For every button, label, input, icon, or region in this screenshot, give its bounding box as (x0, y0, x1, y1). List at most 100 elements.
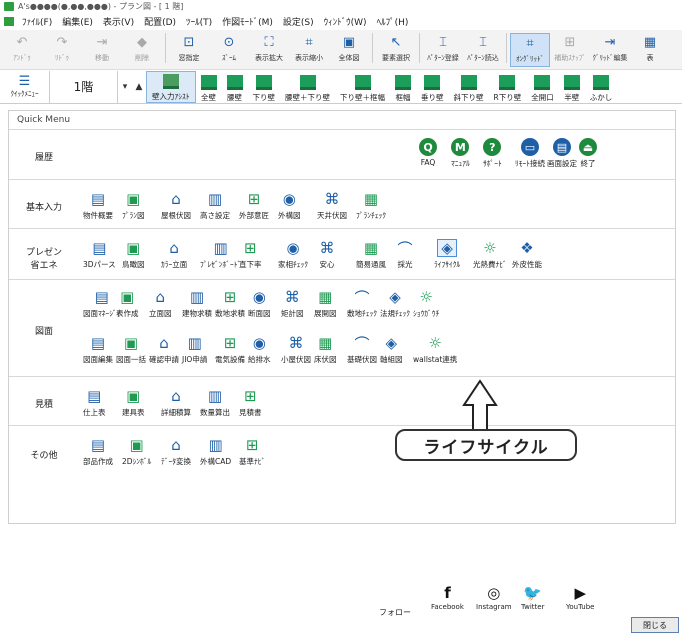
wall-button[interactable]: 半壁 (559, 71, 585, 103)
quick-menu-item[interactable]: ⊞ 電気設備 (215, 334, 245, 365)
quick-menu-item[interactable]: ▣ 2Dｼﾝﾎﾞﾙ (122, 436, 151, 467)
quick-menu-item[interactable]: ⊞ 基準ﾅﾋﾞ (239, 436, 265, 467)
menu-item[interactable]: ﾌｧｲﾙ(F) (17, 15, 57, 28)
quick-menu-item[interactable]: ▦ 床伏図 (314, 334, 337, 365)
wall-button[interactable]: 全壁 (196, 71, 222, 103)
quick-menu-item[interactable]: ▣ 表作成 (116, 288, 139, 319)
social-instagram-link[interactable]: ◎ Instagram (476, 583, 512, 611)
toolbar-button[interactable]: ↷ ﾘﾄﾞｩ (42, 33, 82, 67)
quick-menu-item[interactable]: ⊞ 見積書 (239, 387, 262, 418)
quick-menu-item[interactable]: ⌂ 屋根伏図 (161, 190, 191, 221)
menu-item[interactable]: ﾍﾙﾌﾟ(H) (372, 15, 414, 28)
quick-menu-item[interactable]: ⏏ 終了 (579, 138, 597, 169)
quick-menu-item[interactable]: ▥ 建物求積 (182, 288, 212, 319)
wall-button[interactable]: 下り壁＋框幅 (335, 71, 390, 103)
quick-menu-item[interactable]: ▦ ﾌﾟﾗﾝﾁｪｯｸ (356, 190, 386, 221)
quick-menu-button[interactable]: ☰ ｸｲｯｸﾒﾆｭｰ (0, 70, 50, 103)
quick-menu-item[interactable]: ▣ 図面一括 (116, 334, 146, 365)
toolbar-button[interactable]: ▣ 全体図 (329, 33, 369, 67)
quick-menu-item[interactable]: ⌘ 天井伏図 (317, 190, 347, 221)
quick-menu-item[interactable]: ▣ ﾌﾟﾗﾝ図 (122, 190, 145, 221)
quick-menu-item[interactable]: ◉ 断面図 (248, 288, 271, 319)
toolbar-button[interactable]: ◆ 削除 (122, 33, 162, 67)
quick-menu-item[interactable]: Q FAQ (419, 138, 437, 167)
toolbar-button[interactable]: ⌗ ｵﾝｸﾞﾘｯﾄﾞ (510, 33, 550, 67)
quick-menu-item[interactable]: ▤ 仕上表 (83, 387, 106, 418)
quick-menu-item[interactable]: ⌂ 確認申請 (149, 334, 179, 365)
menu-item[interactable]: ﾂｰﾙ(T) (181, 15, 217, 28)
toolbar-button[interactable]: ⇥ 移動 (82, 33, 122, 67)
floor-dropdown-icon[interactable]: ▾ (118, 72, 132, 102)
quick-menu-item[interactable]: ⌂ ﾃﾞｰﾀ変換 (161, 436, 191, 467)
toolbar-button[interactable]: ⛶ 表示拡大 (249, 33, 289, 67)
quick-menu-item[interactable]: ? ｻﾎﾟｰﾄ (483, 138, 502, 169)
wall-button[interactable]: 全開口 (526, 71, 559, 103)
social-youtube-link[interactable]: ▶ YouTube (566, 583, 594, 611)
social-facebook-link[interactable]: f Facebook (431, 583, 464, 611)
quick-menu-item[interactable]: ☼ wallstat連携 (413, 334, 457, 365)
quick-menu-item[interactable]: ⊞ 外部意匠 (239, 190, 269, 221)
wall-button[interactable]: 壁入力ｱｼｽﾄ (146, 70, 196, 103)
quick-menu-item[interactable]: ☼ ｼｮｳｶﾞｳﾁ (413, 288, 439, 319)
wall-button[interactable]: 下り壁 (248, 71, 281, 103)
quick-menu-item[interactable]: ▣ 建具表 (122, 387, 145, 418)
quick-menu-item[interactable]: ▥ 高さ設定 (200, 190, 230, 221)
menu-item[interactable]: 設定(S) (278, 15, 319, 28)
quick-menu-item[interactable]: ▣ 鳥瞰図 (122, 239, 145, 270)
quick-menu-item[interactable]: ☼ 光熱費ﾅﾋﾞ (473, 239, 507, 270)
toolbar-button[interactable]: ⌶ ﾊﾟﾀｰﾝ登録 (423, 33, 463, 67)
toolbar-button[interactable]: ⊙ ｽﾞｰﾑ (209, 33, 249, 67)
quick-menu-item[interactable]: ⌂ 詳細積算 (161, 387, 191, 418)
quick-menu-item[interactable]: ▦ 簡易通風 (356, 239, 386, 270)
wall-button[interactable]: R下り壁 (489, 71, 527, 103)
quick-menu-item[interactable]: ⌂ ｶﾗｰ立面 (161, 239, 187, 270)
quick-menu-item[interactable]: ▤ 図面ﾏﾈｰｼﾞｬ (83, 288, 121, 319)
quick-menu-item[interactable]: ▤ 物件概要 (83, 190, 113, 221)
social-twitter-link[interactable]: 🐦 Twitter (521, 583, 544, 611)
quick-menu-item[interactable]: ⌘ 安心 (317, 239, 337, 270)
quick-menu-item[interactable]: ◉ 家相ﾁｪｯｸ (278, 239, 308, 270)
quick-menu-item[interactable]: ⌒ 基礎伏図 (347, 334, 377, 365)
wall-button[interactable]: 垂り壁 (416, 71, 449, 103)
quick-menu-item[interactable]: ▥ ﾌﾟﾚｾﾞﾝﾎﾞｰﾄﾞ (200, 239, 241, 270)
quick-menu-item[interactable]: ⌒ 敷地ﾁｪｯｸ (347, 288, 377, 319)
app-menu-icon[interactable] (4, 17, 14, 26)
floor-selector[interactable]: 1階 (50, 70, 118, 103)
quick-menu-item[interactable]: ▤ 部品作成 (83, 436, 113, 467)
toolbar-button[interactable]: ⌶ ﾊﾟﾀｰﾝ読込 (463, 33, 503, 67)
wall-button[interactable]: 斜下り壁 (449, 71, 489, 103)
menu-item[interactable]: 編集(E) (57, 15, 98, 28)
menu-item[interactable]: 表示(V) (98, 15, 139, 28)
quick-menu-item[interactable]: ⌘ 矩計図 (281, 288, 304, 319)
quick-menu-item[interactable]: ⊞ 敷地求積 (215, 288, 245, 319)
quick-menu-item[interactable]: ▤ 図面編集 (83, 334, 113, 365)
menu-item[interactable]: 作図ﾓｰﾄﾞ(M) (217, 15, 278, 28)
toolbar-button[interactable]: ↶ ｱﾝﾄﾞｩ (2, 33, 42, 67)
quick-menu-item[interactable]: ⊞ 直下率 (239, 239, 262, 270)
quick-menu-item[interactable]: M ﾏﾆｭｱﾙ (451, 138, 470, 169)
wall-button[interactable]: 腰壁＋下り壁 (280, 71, 335, 103)
quick-menu-item[interactable]: ❖ 外皮性能 (512, 239, 542, 270)
toolbar-button[interactable]: ⊡ 窓指定 (169, 33, 209, 67)
quick-menu-item[interactable]: ◉ 給排水 (248, 334, 271, 365)
wall-button[interactable]: 框幅 (390, 71, 416, 103)
quick-menu-item[interactable]: ▤ 画面設定 (547, 138, 577, 169)
toolbar-button[interactable]: ⊞ 補助ｽﾅｯﾌﾟ (550, 33, 590, 67)
quick-menu-item[interactable]: ▤ 3Dパース (83, 239, 116, 270)
quick-menu-item[interactable]: ◈ 法規ﾁｪｯｸ (380, 288, 410, 319)
quick-menu-item[interactable]: ▭ ﾘﾓｰﾄ接続 (515, 138, 545, 169)
toolbar-button[interactable]: ⌗ 表示縮小 (289, 33, 329, 67)
quick-menu-item[interactable]: ⌘ 小屋伏図 (281, 334, 311, 365)
wall-button[interactable]: 腰壁 (222, 71, 248, 103)
quick-menu-item[interactable]: ◉ 外構図 (278, 190, 301, 221)
menu-item[interactable]: 配置(D) (139, 15, 181, 28)
quick-menu-item[interactable]: ◈ 軸組図 (380, 334, 403, 365)
menu-item[interactable]: ｳｨﾝﾄﾞｳ(W) (319, 15, 372, 28)
close-button[interactable]: 閉じる (631, 617, 679, 633)
toolbar-button[interactable]: ▦ 表 (630, 33, 670, 67)
toolbar-button[interactable]: ↖ 要素選択 (376, 33, 416, 67)
toolbar-button[interactable]: ⇥ ｸﾞﾘｯﾄﾞ編集 (590, 33, 630, 67)
quick-menu-item[interactable]: ⌒ 採光 (395, 239, 415, 270)
quick-menu-item[interactable]: ▥ JIO申請 (182, 334, 207, 365)
floor-up-icon[interactable]: ▲ (132, 72, 146, 102)
